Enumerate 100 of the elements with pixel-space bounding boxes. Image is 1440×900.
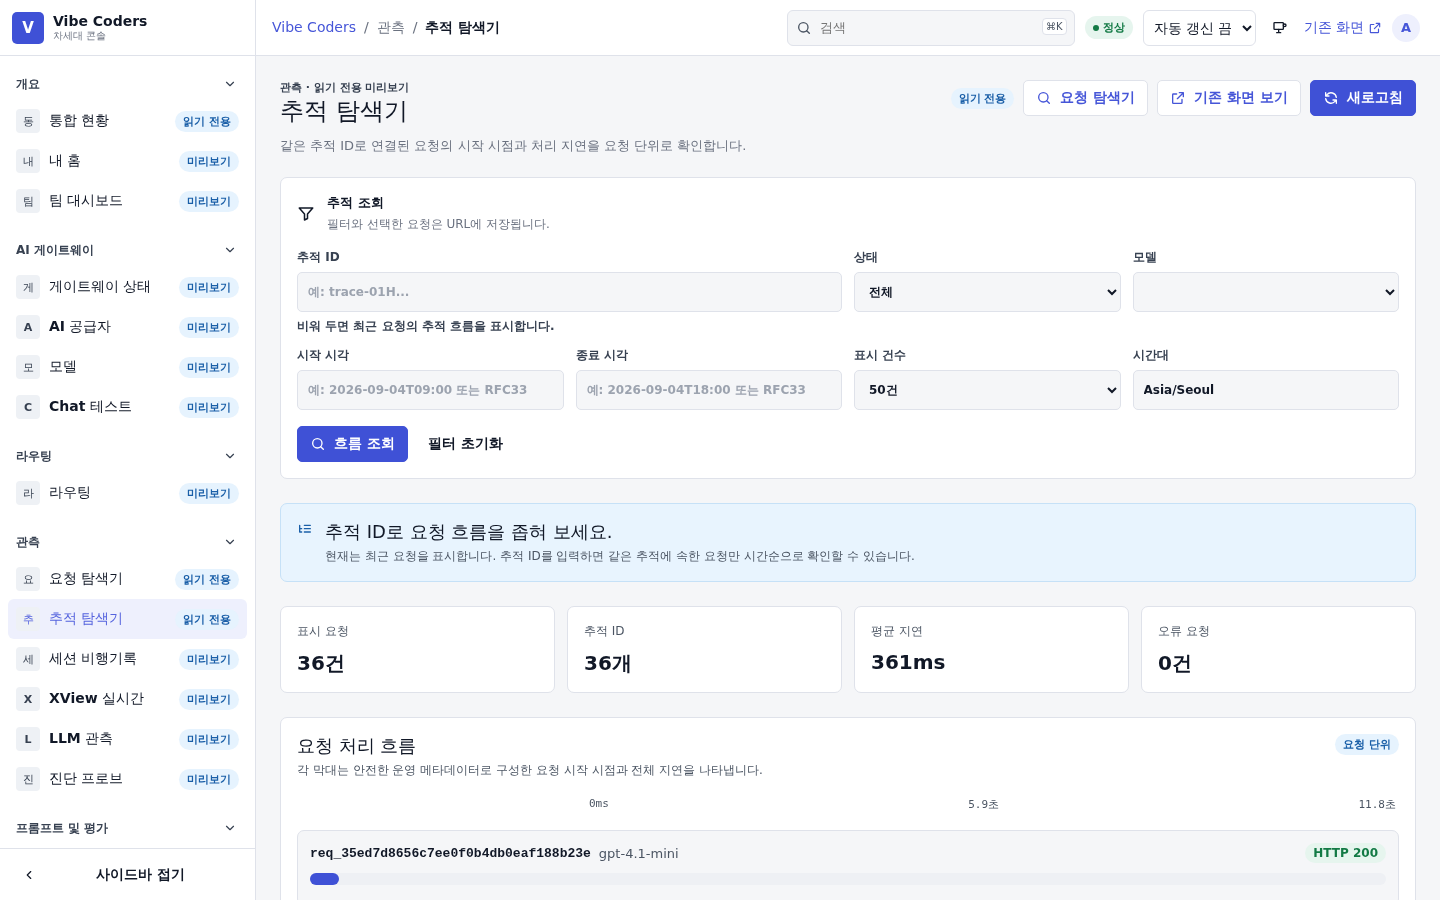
sidebar-item[interactable]: C Chat 테스트 미리보기 bbox=[8, 387, 247, 427]
item-glyph: 게 bbox=[16, 275, 40, 299]
section-header[interactable]: 개요 bbox=[8, 71, 247, 97]
http-status-badge: HTTP 200 bbox=[1305, 843, 1386, 863]
item-glyph: 라 bbox=[16, 481, 40, 505]
field-label: 시간대 bbox=[1132, 347, 1170, 364]
page-eyebrow: 관측 · 읽기 전용 미리보기 bbox=[280, 80, 411, 95]
app-subtitle: 차세대 콘솔 bbox=[53, 28, 108, 43]
status-badge: 미리보기 bbox=[179, 768, 239, 790]
item-glyph: L bbox=[16, 727, 40, 751]
status-badge: 미리보기 bbox=[179, 150, 239, 172]
status-badge: 정상 bbox=[1084, 16, 1133, 39]
item-glyph: 진 bbox=[16, 767, 40, 791]
status-badge: 미리보기 bbox=[179, 316, 239, 338]
user-avatar[interactable]: A bbox=[1392, 13, 1420, 42]
search-icon bbox=[795, 19, 812, 36]
field-label: 종료 시각 bbox=[575, 347, 629, 364]
stat-value: 36개 bbox=[584, 650, 633, 677]
sidebar-item[interactable]: 내 내 홈 미리보기 bbox=[8, 141, 247, 181]
sidebar-item[interactable]: X XView 실시간 미리보기 bbox=[8, 679, 247, 719]
sidebar-item[interactable]: 세 세션 비행기록 미리보기 bbox=[8, 639, 247, 679]
legacy-link[interactable]: 기존 화면 bbox=[1303, 18, 1382, 37]
section-header[interactable]: 관측 bbox=[8, 529, 247, 555]
status-badge: 읽기 전용 bbox=[175, 608, 239, 630]
app-name: Vibe Coders bbox=[53, 12, 148, 29]
status-badge: 미리보기 bbox=[179, 356, 239, 378]
item-glyph: 동 bbox=[16, 109, 40, 133]
item-glyph: 요 bbox=[16, 567, 40, 591]
status-badge: 미리보기 bbox=[179, 728, 239, 750]
panel-subtitle: 필터와 선택한 요청은 URL에 저장됩니다. bbox=[327, 216, 550, 233]
sidebar-item[interactable]: L LLM 관측 미리보기 bbox=[8, 719, 247, 759]
item-label: 라우팅 bbox=[49, 484, 92, 502]
status-badge: 미리보기 bbox=[179, 190, 239, 212]
item-label: AI 공급자 bbox=[49, 318, 113, 336]
stat-value: 361ms bbox=[871, 650, 947, 674]
dropdown[interactable]: 전체 bbox=[854, 272, 1121, 312]
sidebar-item[interactable]: 동 통합 현황 읽기 전용 bbox=[8, 101, 247, 141]
item-glyph: 모 bbox=[16, 355, 40, 379]
item-label: 요청 탐색기 bbox=[49, 570, 125, 588]
field-label: 상태 bbox=[854, 249, 879, 266]
breadcrumb-current: 추적 탐색기 bbox=[425, 18, 501, 37]
banner-text: 현재는 최근 요청을 표시합니다. 추적 ID를 입력하면 같은 추적에 속한 요청만 시간순으로 확인할 수 있습니다. bbox=[325, 548, 915, 565]
request-id: req_35ed7d8656c7ee0f0b4db0eaf188b23e bbox=[310, 845, 591, 861]
read-only-badge: 읽기 전용 bbox=[950, 87, 1015, 109]
breadcrumb-link[interactable]: 관측 bbox=[376, 18, 405, 37]
input-field[interactable]: 예: trace-01H... bbox=[297, 272, 842, 312]
auto-refresh-select[interactable]: 자동 갱신 끔 bbox=[1142, 9, 1256, 46]
field-label: 표시 건수 bbox=[854, 347, 908, 364]
stat-label: 표시 요청 bbox=[297, 623, 350, 640]
item-glyph: A bbox=[16, 315, 40, 339]
refresh-icon bbox=[1323, 90, 1339, 106]
sidebar-item[interactable]: 추 추적 탐색기 읽기 전용 bbox=[8, 599, 247, 639]
item-label: LLM 관측 bbox=[49, 730, 115, 748]
sidebar-item[interactable]: 진 진단 프로브 미리보기 bbox=[8, 759, 247, 799]
input-field[interactable]: 예: 2026-09-04T18:00 또는 RFC33 bbox=[575, 370, 842, 410]
axis-tick-label: 0ms bbox=[589, 797, 609, 812]
legacy-view-button[interactable]: 기존 화면 보기 bbox=[1157, 80, 1301, 116]
sidebar-item[interactable]: 팀 팀 대시보드 미리보기 bbox=[8, 181, 247, 221]
status-badge: 미리보기 bbox=[179, 396, 239, 418]
item-glyph: 세 bbox=[16, 647, 40, 671]
stat-value: 36건 bbox=[297, 650, 346, 677]
page-description: 같은 추적 ID로 연결된 요청의 시작 시점과 처리 지연을 요청 단위로 확인합니다. bbox=[280, 137, 747, 155]
item-label: 내 홈 bbox=[49, 152, 83, 170]
status-badge: 미리보기 bbox=[179, 688, 239, 710]
section-header[interactable]: AI 게이트웨이 bbox=[8, 237, 247, 263]
request-row[interactable]: req_35ed7d8656c7ee0f0b4db0eaf188b23e gpt-4.1-mini HTTP 200 bbox=[297, 830, 1399, 900]
item-glyph: 팀 bbox=[16, 189, 40, 213]
status-badge: 읽기 전용 bbox=[175, 568, 239, 590]
input-field[interactable]: Asia/Seoul bbox=[1132, 370, 1399, 410]
item-label: 모델 bbox=[49, 358, 78, 376]
sidebar-item[interactable]: 모 모델 미리보기 bbox=[8, 347, 247, 387]
sidebar-item[interactable]: 게 게이트웨이 상태 미리보기 bbox=[8, 267, 247, 307]
page-title: 추적 탐색기 bbox=[280, 96, 409, 127]
query-button[interactable]: 흐름 조회 bbox=[297, 426, 408, 462]
external-link-icon bbox=[1170, 90, 1187, 106]
banner-title: 추적 ID로 요청 흐름을 좁혀 보세요. bbox=[325, 520, 614, 544]
sidebar-item[interactable]: 라 라우팅 미리보기 bbox=[8, 473, 247, 513]
axis-tick-label: 5.9초 bbox=[968, 797, 1000, 812]
panel-title: 요청 처리 흐름 bbox=[297, 734, 418, 758]
request-explorer-button[interactable]: 요청 탐색기 bbox=[1023, 80, 1149, 116]
stat-value: 0건 bbox=[1158, 650, 1193, 677]
app-logo: V bbox=[12, 11, 44, 44]
item-glyph: C bbox=[16, 395, 40, 419]
field-label: 모델 bbox=[1132, 249, 1158, 266]
sidebar-item[interactable]: 요 요청 탐색기 읽기 전용 bbox=[8, 559, 247, 599]
external-link-icon bbox=[1368, 20, 1382, 35]
section-header[interactable]: 라우팅 bbox=[8, 443, 247, 469]
reset-filter-button[interactable]: 필터 초기화 bbox=[415, 426, 515, 462]
item-label: 진단 프로브 bbox=[49, 770, 125, 788]
item-label: 세션 비행기록 bbox=[49, 650, 139, 668]
breadcrumb-separator: / bbox=[412, 18, 418, 37]
section-header[interactable]: 프롬프트 및 평가 bbox=[8, 815, 247, 841]
panel-subtitle: 각 막대는 안전한 운영 메타데이터로 구성한 요청 시작 시점과 전체 지연을 나타냅니다. bbox=[297, 762, 763, 779]
sidebar-item[interactable]: A AI 공급자 미리보기 bbox=[8, 307, 247, 347]
item-label: XView 실시간 bbox=[49, 690, 146, 708]
item-glyph: 내 bbox=[16, 149, 40, 173]
breadcrumb-link[interactable]: Vibe Coders bbox=[272, 18, 356, 37]
input-field[interactable]: 예: 2026-09-04T09:00 또는 RFC33 bbox=[297, 370, 564, 410]
dropdown[interactable]: 50건 bbox=[854, 370, 1121, 410]
refresh-button[interactable]: 새로고침 bbox=[1310, 80, 1416, 116]
